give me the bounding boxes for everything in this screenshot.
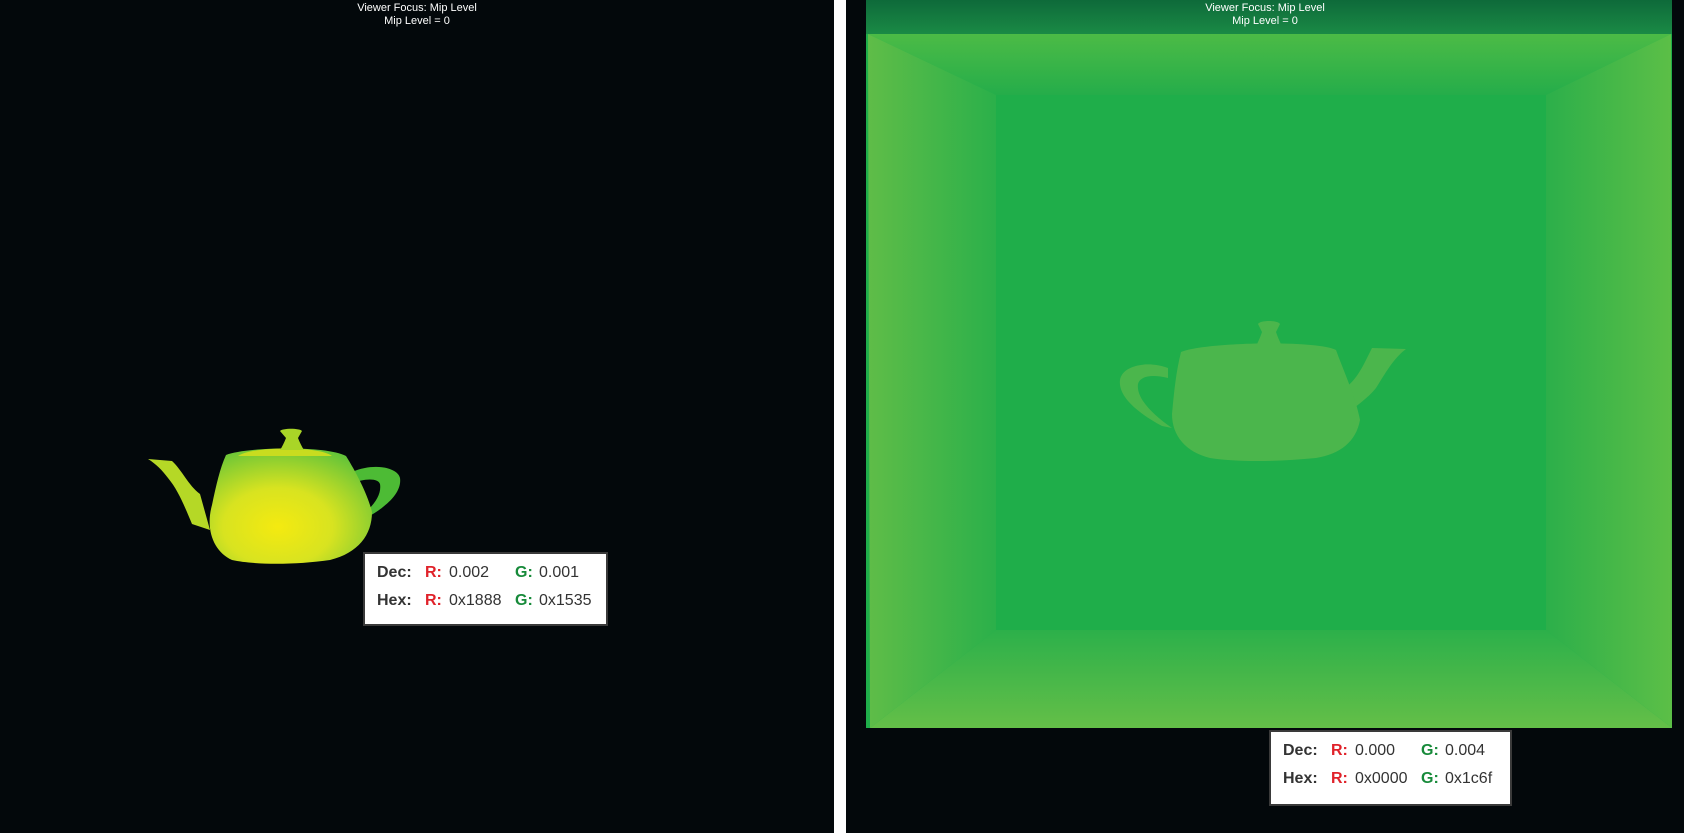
left-dec-r-key: R: xyxy=(425,564,442,581)
left-hex-g-value: 0x1535 xyxy=(539,592,592,609)
right-hex-label: Hex: xyxy=(1283,770,1318,787)
left-mip-level-label: Mip Level = 0 xyxy=(384,15,450,27)
left-readout-dec-row: Dec: R: 0.002 G: 0.001 xyxy=(377,564,594,592)
right-mip-level-label: Mip Level = 0 xyxy=(1232,15,1298,27)
right-hex-r-value: 0x0000 xyxy=(1355,770,1408,787)
right-viewer-overlay: Viewer Focus: Mip Level Mip Level = 0 xyxy=(846,2,1684,28)
left-teapot-scene xyxy=(148,428,401,564)
left-dec-g-value: 0.001 xyxy=(539,564,580,581)
right-readout-dec-row: Dec: R: 0.000 G: 0.004 xyxy=(1283,742,1498,770)
right-dec-r-value: 0.000 xyxy=(1355,742,1396,759)
right-hex-g-value: 0x1c6f xyxy=(1445,770,1493,787)
right-dec-label: Dec: xyxy=(1283,742,1318,759)
teapot-render-icon xyxy=(148,428,401,564)
left-hex-r-key: R: xyxy=(425,592,442,609)
right-dec-g-key: G: xyxy=(1421,742,1439,759)
right-texture-viewport[interactable]: Viewer Focus: Mip Level Mip Level = 0 De… xyxy=(846,0,1684,833)
left-dec-label: Dec: xyxy=(377,564,412,581)
left-hex-label: Hex: xyxy=(377,592,412,609)
left-dec-g-key: G: xyxy=(515,564,533,581)
left-viewer-overlay: Viewer Focus: Mip Level Mip Level = 0 xyxy=(0,2,834,28)
right-dec-g-value: 0.004 xyxy=(1445,742,1486,759)
right-dec-r-key: R: xyxy=(1331,742,1348,759)
right-room-scene xyxy=(866,0,1672,728)
right-hex-g-key: G: xyxy=(1421,770,1439,787)
left-pixel-readout: Dec: R: 0.002 G: 0.001 Hex: R: 0x1888 G:… xyxy=(363,552,608,626)
left-dec-r-value: 0.002 xyxy=(449,564,490,581)
right-viewer-focus-label: Viewer Focus: Mip Level xyxy=(1205,2,1325,14)
left-texture-viewport[interactable]: Viewer Focus: Mip Level Mip Level = 0 De xyxy=(0,0,834,833)
right-pixel-readout: Dec: R: 0.000 G: 0.004 Hex: R: 0x0000 G:… xyxy=(1269,730,1512,806)
left-hex-g-key: G: xyxy=(515,592,533,609)
left-viewer-focus-label: Viewer Focus: Mip Level xyxy=(357,2,477,14)
right-hex-r-key: R: xyxy=(1331,770,1348,787)
left-readout-hex-row: Hex: R: 0x1888 G: 0x1535 xyxy=(377,592,594,620)
right-readout-hex-row: Hex: R: 0x0000 G: 0x1c6f xyxy=(1283,770,1498,798)
left-hex-r-value: 0x1888 xyxy=(449,592,502,609)
